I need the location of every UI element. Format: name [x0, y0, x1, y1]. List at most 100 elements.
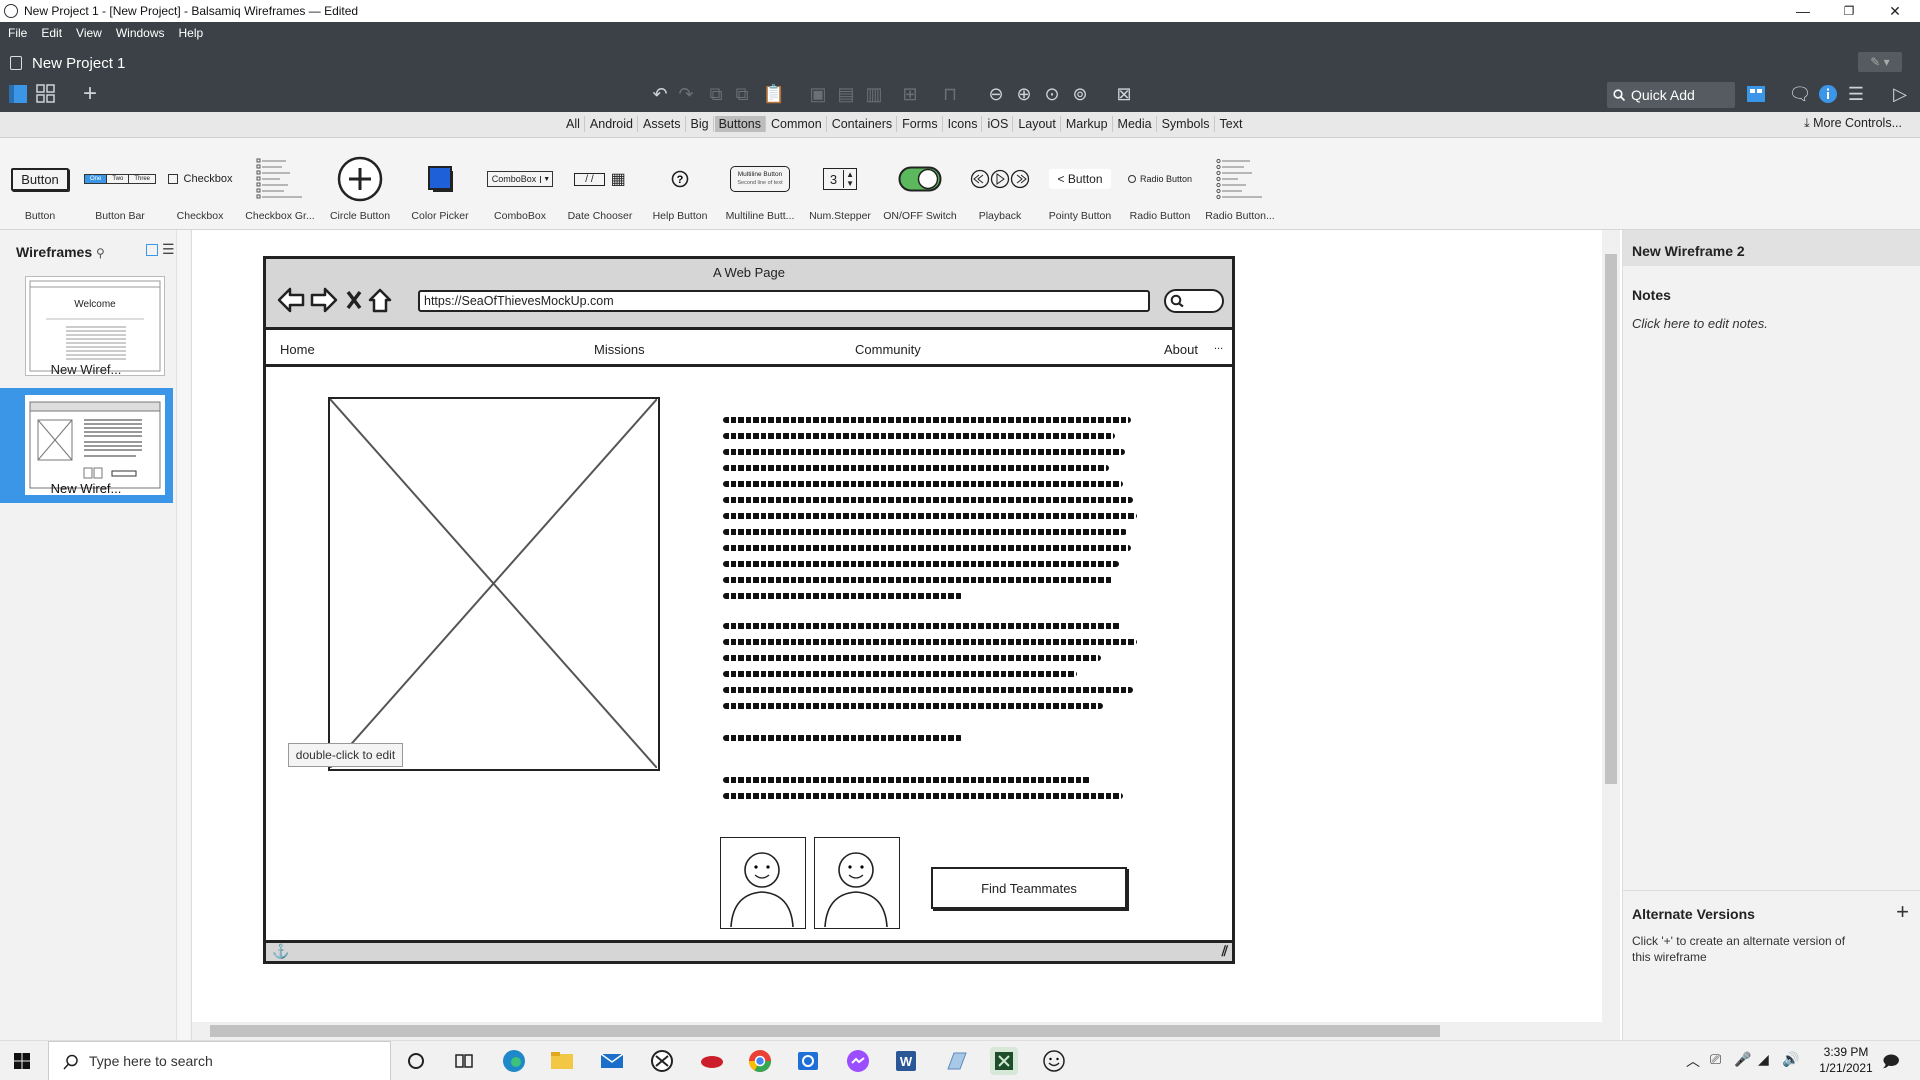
comments-icon[interactable]: 🗨 [1788, 82, 1812, 106]
properties-icon[interactable]: ☰ [1844, 82, 1868, 106]
add-alternate-version-button[interactable]: + [1896, 899, 1909, 925]
component-circle-button[interactable]: Circle Button [320, 138, 400, 230]
project-name[interactable]: New Project 1 [32, 55, 125, 72]
presentation-icon[interactable]: ▷ [1888, 82, 1912, 106]
resize-grip-icon[interactable]: ⫽ [1222, 943, 1228, 960]
ungroup-icon[interactable]: ▤ [834, 82, 858, 106]
tab-android[interactable]: Android [586, 116, 638, 132]
redo-icon[interactable]: ↷ [674, 82, 698, 106]
tab-forms[interactable]: Forms [898, 116, 943, 132]
component-pointy-button[interactable]: < Button Pointy Button [1040, 138, 1120, 230]
notes-field[interactable]: Click here to edit notes. [1632, 316, 1768, 331]
group-icon[interactable]: ▣ [806, 82, 830, 106]
webcam-icon[interactable]: ⎚ [1710, 1051, 1721, 1068]
zoom-out-icon[interactable]: ⊖ [984, 82, 1008, 106]
component-help-button[interactable]: ? Help Button [640, 138, 720, 230]
zoom-in-icon[interactable]: ⊕ [1012, 82, 1036, 106]
list-view-icon[interactable]: ☰ [162, 241, 175, 258]
tab-icons[interactable]: Icons [944, 116, 983, 132]
tab-containers[interactable]: Containers [828, 116, 898, 132]
inspector-title[interactable]: New Wireframe 2 [1623, 230, 1920, 266]
wifi-icon[interactable]: ◢ [1758, 1051, 1769, 1068]
microphone-icon[interactable]: 🎤 [1734, 1051, 1751, 1068]
scrollbar-thumb[interactable] [210, 1025, 1440, 1037]
component-checkbox-group[interactable]: Checkbox Gr... [240, 138, 320, 230]
tab-markup[interactable]: Markup [1062, 116, 1113, 132]
mail-icon[interactable] [598, 1047, 626, 1075]
system-clock[interactable]: 3:39 PM 1/21/2021 [1810, 1044, 1882, 1076]
menu-view[interactable]: View [76, 26, 102, 40]
component-radio-button-group[interactable]: Radio Button... [1200, 138, 1280, 230]
align-icon[interactable]: ⊞ [898, 82, 922, 106]
component-combobox[interactable]: ComboBox ▼ ComboBox [480, 138, 560, 230]
xbox-icon[interactable] [648, 1047, 676, 1075]
ui-library-icon[interactable] [1744, 82, 1768, 106]
grid-view-icon[interactable] [34, 82, 58, 106]
component-radio-button[interactable]: Radio Button Radio Button [1120, 138, 1200, 230]
menu-windows[interactable]: Windows [116, 26, 165, 40]
tab-media[interactable]: Media [1114, 116, 1157, 132]
edge-browser-icon[interactable] [500, 1047, 528, 1075]
edit-mode-button[interactable]: ✎ ▾ [1858, 52, 1902, 72]
wireframe-label-2[interactable]: New Wiref... [0, 481, 172, 496]
quick-add-input[interactable]: Quick Add [1607, 82, 1735, 108]
menu-help[interactable]: Help [179, 26, 204, 40]
minimize-button[interactable]: — [1780, 0, 1826, 22]
paragraph-scribble-block[interactable] [723, 417, 1143, 717]
component-date-chooser[interactable]: / / ▦ Date Chooser [560, 138, 640, 230]
file-explorer-icon[interactable] [548, 1047, 576, 1075]
canvas-horizontal-scrollbar[interactable] [192, 1022, 1602, 1040]
balsamiq-taskbar-icon[interactable] [990, 1047, 1018, 1075]
menu-file[interactable]: File [8, 26, 27, 40]
copy-icon[interactable]: ⧉ [704, 82, 728, 106]
tab-common[interactable]: Common [767, 116, 827, 132]
info-icon[interactable] [1816, 82, 1840, 106]
component-multiline-button[interactable]: Multiline Button Second line of text Mul… [720, 138, 800, 230]
component-button-bar[interactable]: One Two Three Button Bar [80, 138, 160, 230]
tab-buttons[interactable]: Buttons [714, 116, 766, 132]
canvas-vertical-scrollbar[interactable] [1602, 230, 1620, 1040]
maximize-button[interactable]: ❐ [1826, 0, 1872, 22]
volume-icon[interactable]: 🔊 [1782, 1051, 1799, 1068]
word-icon[interactable]: W [892, 1047, 920, 1075]
notifications-icon[interactable]: 🗩 [1882, 1051, 1900, 1078]
wireframes-scrollbar[interactable] [176, 230, 190, 1040]
add-wireframe-icon[interactable]: + [78, 80, 102, 107]
cortana-icon[interactable] [402, 1047, 430, 1075]
task-view-icon[interactable] [450, 1047, 478, 1075]
game-app-icon[interactable] [698, 1047, 726, 1075]
close-button[interactable]: ✕ [1872, 0, 1918, 22]
user-avatar-1[interactable] [720, 837, 806, 929]
wireframe-label-1[interactable]: New Wiref... [0, 362, 172, 377]
tab-big[interactable]: Big [687, 116, 714, 132]
browser-mockup[interactable]: A Web Page https://SeaOfThievesMockUp.co… [263, 256, 1235, 964]
image-placeholder[interactable] [328, 397, 660, 771]
component-color-picker[interactable]: Color Picker [400, 138, 480, 230]
component-checkbox[interactable]: Checkbox Checkbox [160, 138, 240, 230]
tab-text[interactable]: Text [1216, 116, 1247, 132]
clipboard-icon[interactable]: 📋 [762, 82, 786, 106]
tab-layout[interactable]: Layout [1014, 116, 1061, 132]
component-num-stepper[interactable]: 3 ▲ ▼ Num.Stepper [800, 138, 880, 230]
tab-assets[interactable]: Assets [639, 116, 686, 132]
tab-ios[interactable]: iOS [983, 116, 1014, 132]
link-icon[interactable]: ⚲ [96, 246, 105, 260]
user-avatar-2[interactable] [814, 837, 900, 929]
component-playback[interactable]: Playback [960, 138, 1040, 230]
scrollbar-thumb[interactable] [1605, 254, 1617, 784]
browser-url-field[interactable]: https://SeaOfThievesMockUp.com [418, 290, 1150, 312]
app-icon[interactable] [942, 1047, 970, 1075]
nav-link-about[interactable]: About [1164, 342, 1198, 357]
messenger-icon[interactable] [844, 1047, 872, 1075]
find-teammates-button[interactable]: Find Teammates [931, 867, 1127, 909]
wireframe-thumbnail-2[interactable] [25, 395, 165, 495]
nav-link-home[interactable]: Home [280, 342, 315, 357]
delete-icon[interactable]: ⊠ [1112, 82, 1136, 106]
component-button[interactable]: Button Button [0, 138, 80, 230]
zoom-actual-icon[interactable]: ⊙ [1040, 82, 1064, 106]
undo-icon[interactable]: ↶ [648, 82, 672, 106]
chrome-browser-icon[interactable] [746, 1047, 774, 1075]
single-view-icon[interactable] [6, 82, 30, 106]
nav-link-community[interactable]: Community [855, 342, 921, 357]
lock-icon[interactable]: ⊓ [938, 82, 962, 106]
